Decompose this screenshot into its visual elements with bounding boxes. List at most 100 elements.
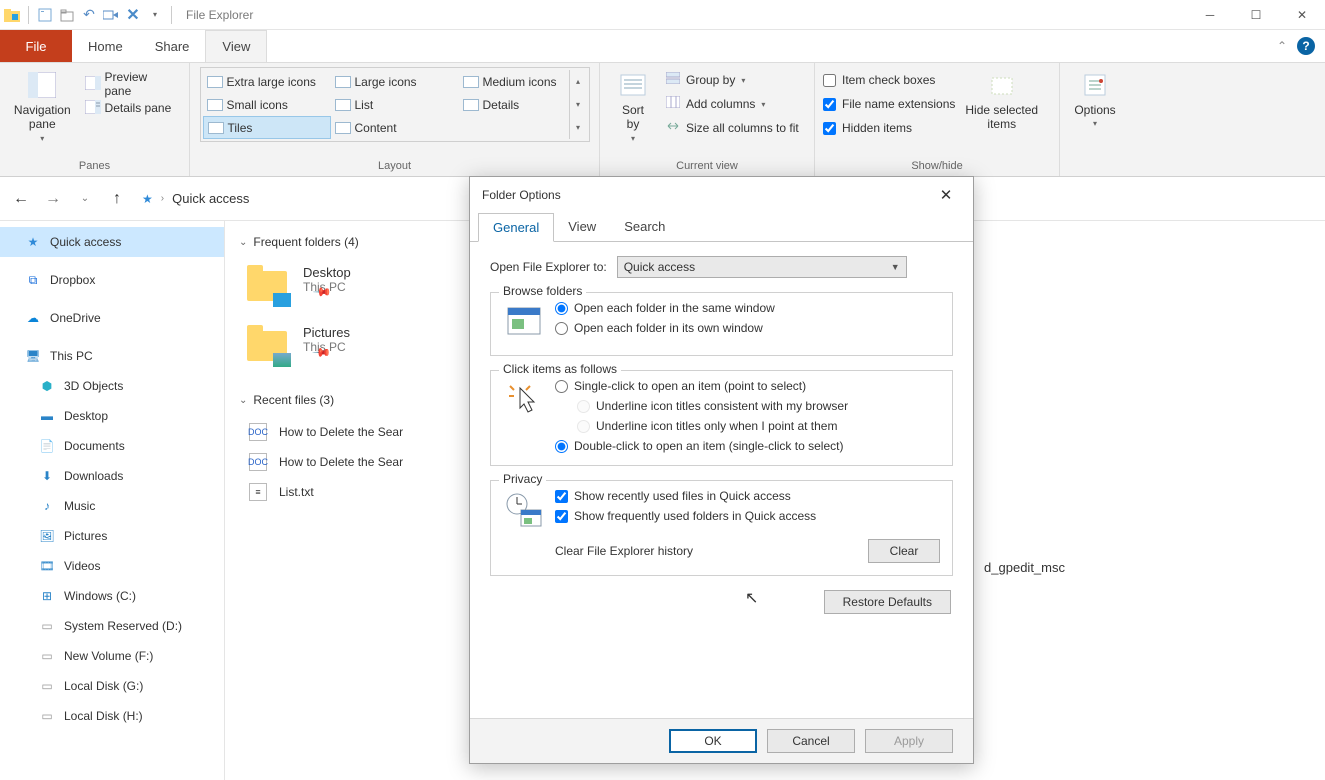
layout-tiles[interactable]: Tiles [203,116,331,139]
item-checkboxes-toggle[interactable]: Item check boxes [823,69,955,91]
cancel-button[interactable]: Cancel [767,729,855,753]
cube-icon: ⬢ [38,378,56,394]
gallery-more-icon[interactable]: ▾ [570,116,587,139]
close-button[interactable]: ✕ [1279,0,1325,30]
radio-same-window[interactable]: Open each folder in the same window [555,301,775,315]
layout-medium[interactable]: Medium icons [459,70,569,93]
view-tab[interactable]: View [205,30,267,62]
layout-details[interactable]: Details [459,93,569,116]
add-columns-button[interactable]: Add columns▾ [662,93,803,115]
dialog-tab-general[interactable]: General [478,213,554,242]
hidden-items-toggle[interactable]: Hidden items [823,117,955,139]
chevron-down-icon: ⌄ [239,395,247,406]
qat-redo-icon[interactable] [103,7,119,23]
picture-icon: 🖼 [38,528,56,544]
minimize-button[interactable]: ─ [1187,0,1233,30]
layout-small[interactable]: Small icons [203,93,331,116]
apply-button[interactable]: Apply [865,729,953,753]
dialog-titlebar: Folder Options ✕ [470,177,973,213]
drive-icon: ▭ [38,678,56,694]
dialog-tab-view[interactable]: View [554,213,610,241]
dialog-tabs: General View Search [470,213,973,242]
navigation-pane-button[interactable]: Navigation pane ▾ [8,67,77,145]
layout-icon [208,122,224,134]
sidebar: ★Quick access ⧉Dropbox ☁OneDrive 🖥This P… [0,221,225,780]
radio-underline-point: Underline icon titles only when I point … [577,419,848,433]
details-pane-button[interactable]: Details pane [81,97,181,119]
sidebar-3d-objects[interactable]: ⬢3D Objects [0,371,224,401]
qat-undo-icon[interactable]: ↶ [81,7,97,23]
group-icon [666,72,682,88]
gallery-down-icon[interactable]: ▾ [570,93,587,116]
onedrive-icon: ☁ [24,310,42,326]
sidebar-drive-h[interactable]: ▭Local Disk (H:) [0,701,224,731]
preview-pane-button[interactable]: Preview pane [81,73,181,95]
dialog-body: Open File Explorer to: Quick access▼ Bro… [470,242,973,624]
layout-large[interactable]: Large icons [331,70,459,93]
ribbon-collapse-icon[interactable]: ⌃ [1277,39,1287,53]
dialog-tab-search[interactable]: Search [610,213,679,241]
layout-list[interactable]: List [331,93,459,116]
sidebar-documents[interactable]: 📄Documents [0,431,224,461]
sidebar-videos[interactable]: 🎞Videos [0,551,224,581]
obscured-file-label: d_gpedit_msc [984,560,1065,575]
radio-own-window[interactable]: Open each folder in its own window [555,321,775,335]
sidebar-onedrive[interactable]: ☁OneDrive [0,303,224,333]
share-tab[interactable]: Share [139,30,206,62]
sidebar-this-pc[interactable]: 🖥This PC [0,341,224,371]
radio-single-click[interactable]: Single-click to open an item (point to s… [555,379,848,393]
desktop-icon: ▬ [38,408,56,424]
sidebar-quick-access[interactable]: ★Quick access [0,227,224,257]
size-columns-button[interactable]: Size all columns to fit [662,117,803,139]
sidebar-music[interactable]: ♪Music [0,491,224,521]
qat-new-folder-icon[interactable] [59,7,75,23]
clear-button[interactable]: Clear [868,539,940,563]
checkbox-frequent-folders[interactable]: Show frequently used folders in Quick ac… [555,509,816,523]
gallery-up-icon[interactable]: ▴ [570,70,587,93]
file-tab[interactable]: File [0,30,72,62]
address-bar[interactable]: ★ › Quick access [136,185,255,213]
hide-selected-button[interactable]: Hide selected items [959,67,1044,134]
recent-dropdown[interactable]: ⌄ [72,186,98,212]
layout-content[interactable]: Content [331,116,459,139]
options-button[interactable]: Options ▾ [1068,67,1121,131]
txt-icon: ≡ [249,483,267,501]
open-explorer-select[interactable]: Quick access▼ [617,256,907,278]
sidebar-downloads[interactable]: ⬇Downloads [0,461,224,491]
dialog-close-button[interactable]: ✕ [931,180,961,210]
help-icon[interactable]: ? [1297,37,1315,55]
size-icon [666,120,682,136]
qat-properties-icon[interactable] [37,7,53,23]
sidebar-desktop[interactable]: ▬Desktop [0,401,224,431]
group-by-button[interactable]: Group by▾ [662,69,803,91]
ok-button[interactable]: OK [669,729,757,753]
document-icon: 📄 [38,438,56,454]
layout-extra-large[interactable]: Extra large icons [203,70,331,93]
restore-defaults-button[interactable]: Restore Defaults [824,590,951,614]
quick-access-toolbar: ↶ ✕ ▾ [0,6,178,24]
up-button[interactable]: ↑ [104,186,130,212]
titlebar: ↶ ✕ ▾ File Explorer ─ ☐ ✕ [0,0,1325,30]
checkbox-recent-files[interactable]: Show recently used files in Quick access [555,489,816,503]
preview-pane-icon [85,76,101,92]
sidebar-drive-f[interactable]: ▭New Volume (F:) [0,641,224,671]
forward-button[interactable]: → [40,186,66,212]
open-explorer-label: Open File Explorer to: [490,260,607,274]
back-button[interactable]: ← [8,186,34,212]
radio-double-click[interactable]: Double-click to open an item (single-cli… [555,439,848,453]
sidebar-dropbox[interactable]: ⧉Dropbox [0,265,224,295]
qat-dropdown-icon[interactable]: ▾ [147,7,163,23]
sort-by-button[interactable]: Sort by ▾ [608,67,658,145]
layout-icon [463,76,479,88]
sidebar-drive-c[interactable]: ⊞Windows (C:) [0,581,224,611]
layout-empty [459,116,569,139]
panes-group-label: Panes [8,158,181,174]
sidebar-drive-d[interactable]: ▭System Reserved (D:) [0,611,224,641]
file-extensions-toggle[interactable]: File name extensions [823,93,955,115]
home-tab[interactable]: Home [72,30,139,62]
sidebar-drive-g[interactable]: ▭Local Disk (G:) [0,671,224,701]
sidebar-pictures[interactable]: 🖼Pictures [0,521,224,551]
qat-delete-icon[interactable]: ✕ [125,7,141,23]
maximize-button[interactable]: ☐ [1233,0,1279,30]
docx-icon: DOC [249,453,267,471]
